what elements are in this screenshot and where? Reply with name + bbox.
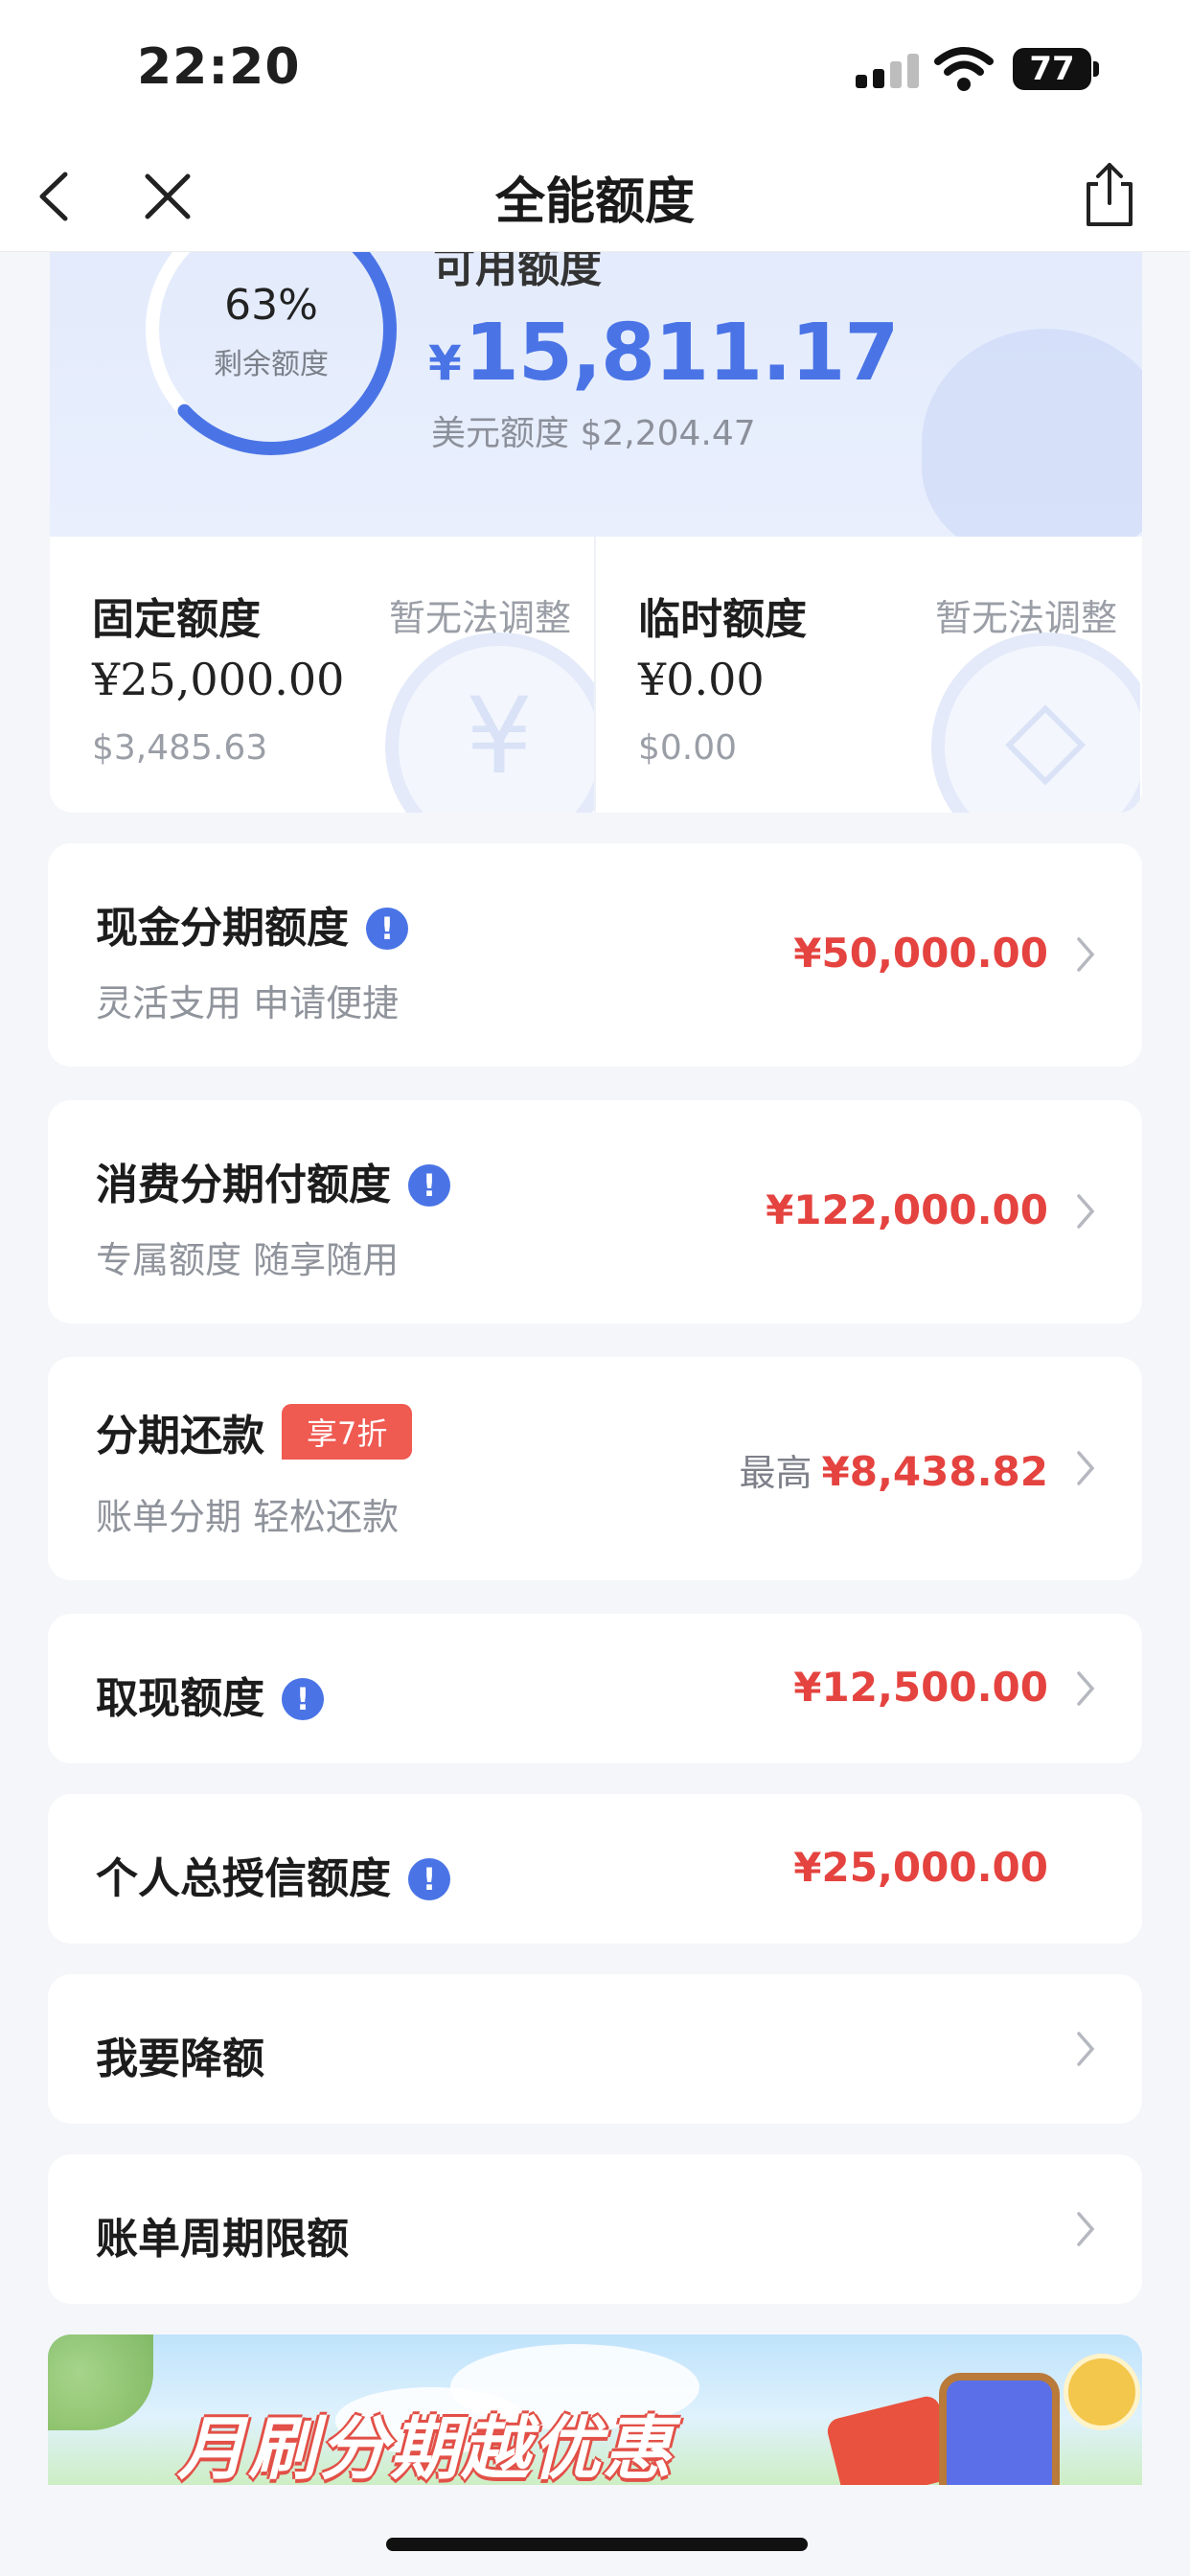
available-credit-label: 可用额度 [433,252,602,292]
wifi-icon [934,47,994,91]
chevron-right-icon [1077,1671,1095,1706]
available-credit-card: 63% 剩余额度 可用额度 ¥15,811.17 美元额度 $2,204.47 … [50,252,1142,813]
fixed-credit-title: 固定额度 [92,595,261,644]
banner-text: 月刷分期越优惠 [177,2408,675,2485]
chevron-right-icon [1077,2032,1095,2066]
chevron-right-icon [1077,1451,1095,1485]
cash-installment-subtitle: 灵活支用 申请便捷 [96,982,400,1024]
info-icon[interactable]: ! [408,1164,450,1207]
fixed-credit-note: 暂无法调整 [388,597,571,639]
info-icon[interactable]: ! [282,1678,324,1720]
bill-installment-title: 分期还款 享7折 [96,1401,413,1462]
chevron-right-icon [1077,937,1095,972]
ring-percent: 63% [224,281,318,330]
cash-installment-amount: ¥50,000.00 [793,930,1048,977]
page-title: 全能额度 [494,173,695,231]
cash-withdrawal-card[interactable]: 取现额度! ¥12,500.00 [48,1614,1142,1763]
fixed-credit-amount: ¥25,000.00 [92,654,345,705]
share-icon[interactable] [1081,159,1138,232]
available-credit-header: 63% 剩余额度 可用额度 ¥15,811.17 美元额度 $2,204.47 [50,252,1142,559]
fixed-credit-section: ¥ 固定额度 暂无法调整 ¥25,000.00 $3,485.63 [50,537,596,813]
discount-badge: 享7折 [282,1404,413,1460]
amount-prefix: 最高 [739,1452,812,1494]
chevron-right-icon [1077,2212,1095,2246]
bill-installment-label: 分期还款 [96,1412,264,1460]
info-icon[interactable]: ! [408,1858,450,1900]
total-credit-title: 个人总授信额度! [96,1844,450,1905]
total-credit-label: 个人总授信额度 [96,1854,391,1903]
leaf-decoration [48,2334,153,2430]
info-icon[interactable]: ! [366,908,408,950]
status-bar: 22:20 77 [0,0,1190,144]
consumer-installment-label: 消费分期付额度 [96,1161,391,1209]
temporary-credit-usd: $0.00 [638,728,738,768]
coin-icon [1064,2354,1140,2430]
yen-coin-decoration: ¥ [385,632,594,813]
temporary-credit-title: 临时额度 [638,595,807,644]
cash-withdrawal-amount: ¥12,500.00 [793,1664,1048,1711]
money-bag-decoration [922,329,1142,559]
billing-cycle-limit-title: 账单周期限额 [96,2215,349,2264]
chevron-right-icon [1077,1194,1095,1229]
signal-icon [856,54,919,88]
total-credit-amount: ¥25,000.00 [793,1844,1048,1891]
nav-bar: 全能额度 [0,144,1190,252]
battery-icon: 77 [1013,48,1099,90]
cash-withdrawal-label: 取现额度 [96,1674,264,1723]
gift-icon [824,2393,958,2485]
basket-icon [939,2373,1060,2485]
reduce-limit-title: 我要降额 [96,2035,264,2083]
scroll-content[interactable]: 63% 剩余额度 可用额度 ¥15,811.17 美元额度 $2,204.47 … [0,252,1190,2485]
temporary-credit-note: 暂无法调整 [934,597,1117,639]
available-credit-value: 15,811.17 [464,308,900,399]
consumer-installment-title: 消费分期付额度! [96,1150,450,1211]
ring-label: 剩余额度 [214,348,329,381]
cash-installment-title: 现金分期额度! [96,893,408,954]
fixed-credit-usd: $3,485.63 [92,728,268,768]
bill-installment-subtitle: 账单分期 轻松还款 [96,1496,400,1538]
cash-withdrawal-title: 取现额度! [96,1664,324,1725]
cash-installment-label: 现金分期额度 [96,904,349,953]
diamond-coin-decoration: ◇ [931,632,1140,813]
billing-cycle-limit-card[interactable]: 账单周期限额 [48,2154,1142,2304]
promo-banner[interactable]: 月刷分期越优惠 [48,2334,1142,2485]
cash-installment-card[interactable]: 现金分期额度! 灵活支用 申请便捷 ¥50,000.00 [48,843,1142,1067]
reduce-limit-card[interactable]: 我要降额 [48,1974,1142,2124]
temporary-credit-amount: ¥0.00 [638,654,765,705]
bill-installment-amount: 最高 ¥8,438.82 [740,1443,1049,1496]
consumer-installment-subtitle: 专属额度 随享随用 [96,1239,400,1281]
usd-credit: 美元额度 $2,204.47 [431,414,756,453]
available-credit-amount: ¥15,811.17 [428,308,899,399]
battery-level: 77 [1013,48,1091,90]
bill-installment-value: ¥8,438.82 [821,1448,1048,1495]
status-time: 22:20 [137,38,301,96]
consumer-installment-card[interactable]: 消费分期付额度! 专属额度 随享随用 ¥122,000.00 [48,1100,1142,1323]
home-indicator [386,2538,808,2551]
temporary-credit-section: ◇ 临时额度 暂无法调整 ¥0.00 $0.00 [596,537,1140,813]
currency-symbol: ¥ [428,335,462,391]
consumer-installment-amount: ¥122,000.00 [766,1186,1048,1233]
bill-installment-card[interactable]: 分期还款 享7折 账单分期 轻松还款 最高 ¥8,438.82 [48,1357,1142,1580]
total-credit-card: 个人总授信额度! ¥25,000.00 [48,1794,1142,1944]
